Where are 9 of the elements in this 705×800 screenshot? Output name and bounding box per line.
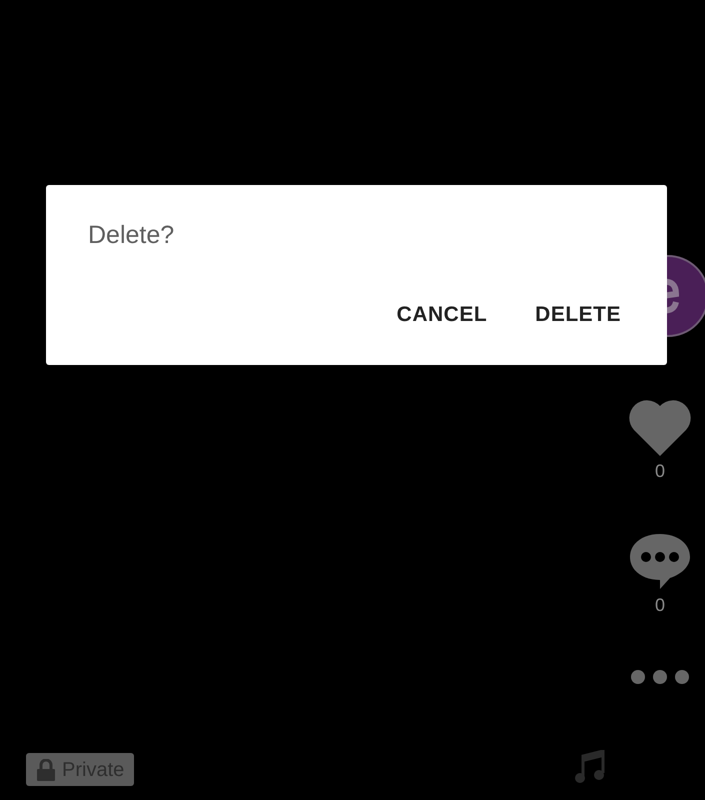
heart-icon[interactable] [628, 398, 692, 456]
comment-icon[interactable] [628, 532, 692, 590]
comment-count: 0 [654, 596, 665, 614]
like-count: 0 [654, 462, 665, 480]
confirm-button[interactable]: DELETE [521, 290, 635, 338]
lock-icon [36, 758, 56, 780]
more-icon[interactable] [629, 668, 691, 686]
dialog-title: Delete? [88, 220, 176, 251]
cancel-button[interactable]: CANCEL [382, 290, 502, 338]
